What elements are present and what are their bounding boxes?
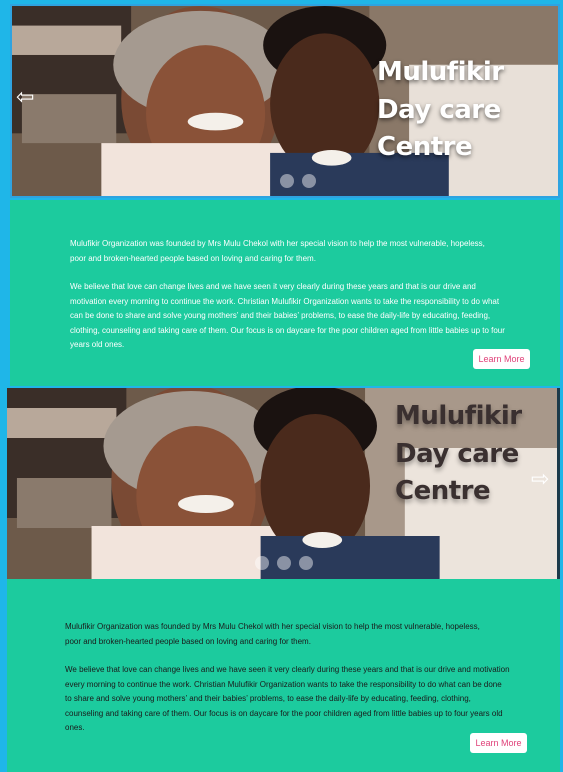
- hero-title-line2: Day care Centre: [377, 94, 501, 163]
- hero-title: Mulufikir Day care Centre: [377, 54, 558, 167]
- learn-more-button[interactable]: Learn More: [470, 733, 527, 753]
- about-paragraph-1: Mulufikir Organization was founded by Mr…: [65, 622, 480, 646]
- slider-dot[interactable]: [277, 556, 291, 570]
- arrow-right-icon[interactable]: ⇨: [531, 468, 549, 490]
- hero-title-line1: Mulufikir: [377, 57, 504, 87]
- about-section: Mulufikir Organization was founded by Mr…: [10, 200, 560, 386]
- hero-slider: Mulufikir Day care Centre ⇦: [10, 4, 560, 198]
- page: Mulufikir Day care Centre ⇦ Mulufikir Or…: [0, 0, 563, 772]
- slider-dot[interactable]: [280, 174, 294, 188]
- hero-title-line1: Mulufikir: [395, 401, 522, 431]
- slider-dot[interactable]: [302, 174, 316, 188]
- learn-more-button[interactable]: Learn More: [473, 349, 530, 369]
- about-paragraph-2: We believe that love can change lives an…: [65, 665, 510, 732]
- hero-slider: Mulufikir Day care Centre ⇨: [7, 388, 560, 579]
- about-paragraph-1: Mulufikir Organization was founded by Mr…: [70, 239, 485, 263]
- slider-dot[interactable]: [299, 556, 313, 570]
- slider-dots: [280, 174, 316, 188]
- slider-dot[interactable]: [255, 556, 269, 570]
- about-paragraph-2: We believe that love can change lives an…: [70, 282, 505, 349]
- about-section: Mulufikir Organization was founded by Mr…: [7, 579, 560, 772]
- hero-title: Mulufikir Day care Centre: [395, 398, 557, 511]
- slider-dots: [255, 556, 313, 570]
- arrow-left-icon[interactable]: ⇦: [16, 86, 34, 108]
